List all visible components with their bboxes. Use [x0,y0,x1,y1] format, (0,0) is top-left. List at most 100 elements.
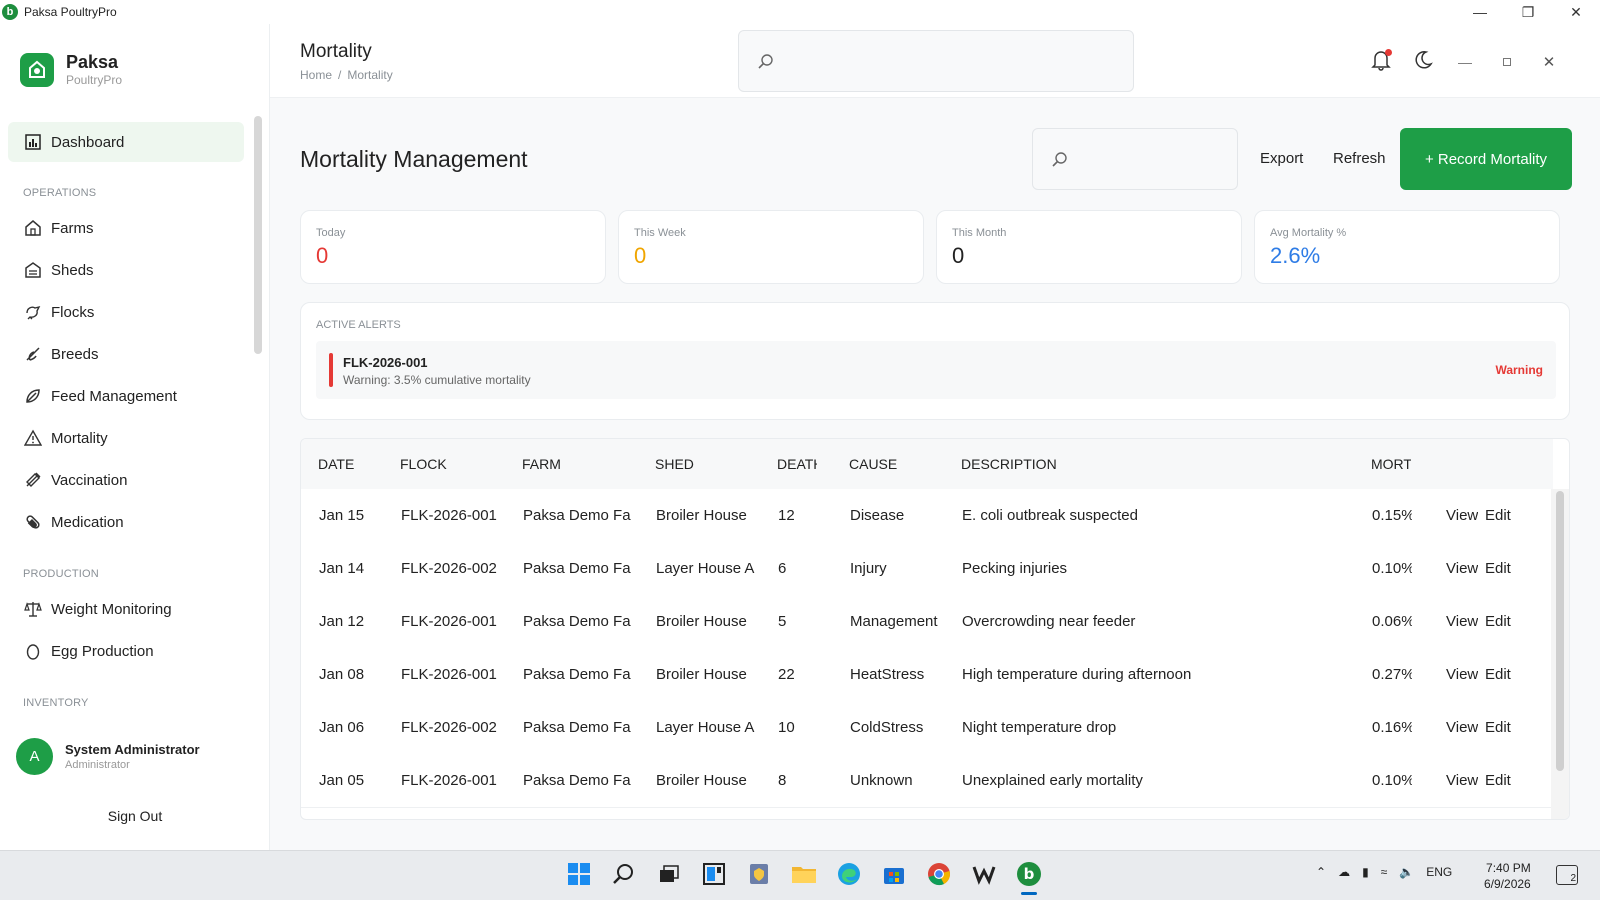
cell-shed: Broiler House [656,613,747,630]
avatar: A [16,738,53,775]
task-view-button[interactable] [646,857,691,895]
sidebar-item-vaccination[interactable]: Vaccination [8,459,244,501]
table-row[interactable]: Jan 15 FLK-2026-001 Paksa Demo Fa Broiler H… [301,489,1553,543]
sidebar-item-breeds[interactable]: Breeds [8,333,244,375]
edit-button[interactable]: Edit [1485,772,1511,789]
notification-center-icon[interactable]: 2 [1556,865,1578,885]
taskbar-app-wps[interactable] [961,857,1006,895]
alert-item[interactable]: FLK-2026-001 Warning: 3.5% cumulative mo… [316,341,1556,399]
table-row[interactable]: Jan 05 FLK-2026-001 Paksa Demo Fa Broiler H… [301,754,1553,808]
table-scrollbar-thumb[interactable] [1556,491,1564,771]
user-profile[interactable]: A System Administrator Administrator [16,738,200,775]
notifications-button[interactable] [1360,48,1402,76]
view-button[interactable]: View [1446,507,1478,524]
brand-logo-icon [20,53,54,87]
col-header-deaths[interactable]: DEATH [777,456,817,472]
col-header-farm[interactable]: FARM [522,456,561,472]
table-row[interactable]: Jan 12 FLK-2026-001 Paksa Demo Fa Broiler H… [301,595,1553,649]
taskbar-app-file-explorer[interactable] [781,857,826,895]
export-button[interactable]: Export [1260,150,1303,167]
language-indicator[interactable]: ENG [1426,865,1452,879]
widgets-button[interactable] [691,857,736,895]
window-controls: — ❐ ✕ [1456,0,1600,24]
start-button[interactable] [556,857,601,895]
sidebar-item-medication[interactable]: Medication [8,501,244,543]
mortality-search-input[interactable] [1032,128,1238,190]
sidebar-item-farms[interactable]: Farms [8,207,244,249]
folder-icon [791,863,817,890]
cell-description: Night temperature drop [962,719,1117,736]
sidebar-item-sheds[interactable]: Sheds [8,249,244,291]
sidebar-item-label: Breeds [51,345,99,363]
taskbar-app-poultrypro[interactable]: b [1006,857,1051,895]
view-button[interactable]: View [1446,772,1478,789]
sidebar-item-egg-production[interactable]: Egg Production [8,630,244,672]
edit-button[interactable]: Edit [1485,719,1511,736]
table-row[interactable]: Jan 06 FLK-2026-002 Paksa Demo Fa Layer Hou… [301,701,1553,755]
table-scrollbar[interactable] [1551,489,1569,819]
battery-icon[interactable]: ▮ [1362,865,1369,879]
sidebar-item-mortality[interactable]: Mortality [8,417,244,459]
stat-label: Today [316,227,346,239]
minimize-window-button[interactable]: — [1456,0,1504,24]
cell-cause: Unknown [850,772,913,789]
col-header-date[interactable]: DATE [318,456,354,472]
taskbar-app-edge[interactable] [826,857,871,895]
maximize-app-button[interactable] [1486,48,1528,76]
view-button[interactable]: View [1446,719,1478,736]
edit-button[interactable]: Edit [1485,666,1511,683]
col-header-flock[interactable]: FLOCK [400,456,447,472]
view-button[interactable]: View [1446,613,1478,630]
stat-value: 0 [316,243,329,268]
table-row[interactable]: Jan 08 FLK-2026-001 Paksa Demo Fa Broiler H… [301,648,1553,702]
bar-chart-icon [23,132,43,152]
sidebar-item-feed-management[interactable]: Feed Management [8,375,244,417]
volume-icon[interactable]: 🔈 [1399,865,1414,879]
global-search-input[interactable] [738,30,1134,92]
wifi-icon[interactable]: ≈ [1381,865,1388,879]
col-header-shed[interactable]: SHED [655,456,694,472]
store-icon [882,862,906,891]
cell-farm: Paksa Demo Fa [523,772,631,789]
sidebar-item-label: Medication [51,513,124,531]
taskbar: b ⌃ ☁ ▮ ≈ 🔈 ENG 7:40 PM 6/9/2026 2 [0,850,1600,900]
edit-button[interactable]: Edit [1485,507,1511,524]
sidebar-item-weight-monitoring[interactable]: Weight Monitoring [8,588,244,630]
app-logo-icon: b [2,4,18,20]
sidebar: Paksa PoultryPro Dashboard OPERATIONS Fa… [0,24,270,850]
onedrive-icon[interactable]: ☁ [1338,865,1350,879]
close-app-button[interactable]: ✕ [1528,48,1570,76]
taskbar-app-store[interactable] [871,857,916,895]
col-header-description[interactable]: DESCRIPTION [961,456,1057,472]
brand-subtitle: PoultryPro [66,73,123,87]
minimize-app-button[interactable]: — [1444,48,1486,76]
taskbar-clock[interactable]: 7:40 PM 6/9/2026 [1484,860,1531,892]
view-button[interactable]: View [1446,666,1478,683]
col-header-mortality[interactable]: MORT [1371,456,1411,472]
col-header-cause[interactable]: CAUSE [849,456,897,472]
edit-button[interactable]: Edit [1485,560,1511,577]
taskbar-app-security[interactable] [736,857,781,895]
section-title: Mortality Management [300,146,528,172]
view-button[interactable]: View [1446,560,1478,577]
edit-button[interactable]: Edit [1485,613,1511,630]
breadcrumb-home[interactable]: Home [300,68,332,82]
sidebar-item-dashboard[interactable]: Dashboard [8,122,244,162]
taskbar-search-button[interactable] [601,857,646,895]
show-hidden-icons-icon[interactable]: ⌃ [1316,865,1326,879]
table-row[interactable]: Jan 14 FLK-2026-002 Paksa Demo Fa Layer Hou… [301,542,1553,596]
theme-toggle-button[interactable] [1402,48,1444,76]
cell-shed: Layer House A [656,719,755,736]
sidebar-item-label: Mortality [51,429,108,447]
restore-window-button[interactable]: ❐ [1504,0,1552,24]
cell-shed: Broiler House [656,507,747,524]
close-window-button[interactable]: ✕ [1552,0,1600,24]
sidebar-item-label: Egg Production [51,642,154,660]
taskbar-app-chrome[interactable] [916,857,961,895]
cell-farm: Paksa Demo Fa [523,666,631,683]
sign-out-button[interactable]: Sign Out [0,808,270,824]
record-mortality-button[interactable]: + Record Mortality [1400,128,1572,190]
refresh-button[interactable]: Refresh [1333,150,1386,167]
sidebar-item-flocks[interactable]: Flocks [8,291,244,333]
sidebar-scrollbar[interactable] [254,116,262,354]
